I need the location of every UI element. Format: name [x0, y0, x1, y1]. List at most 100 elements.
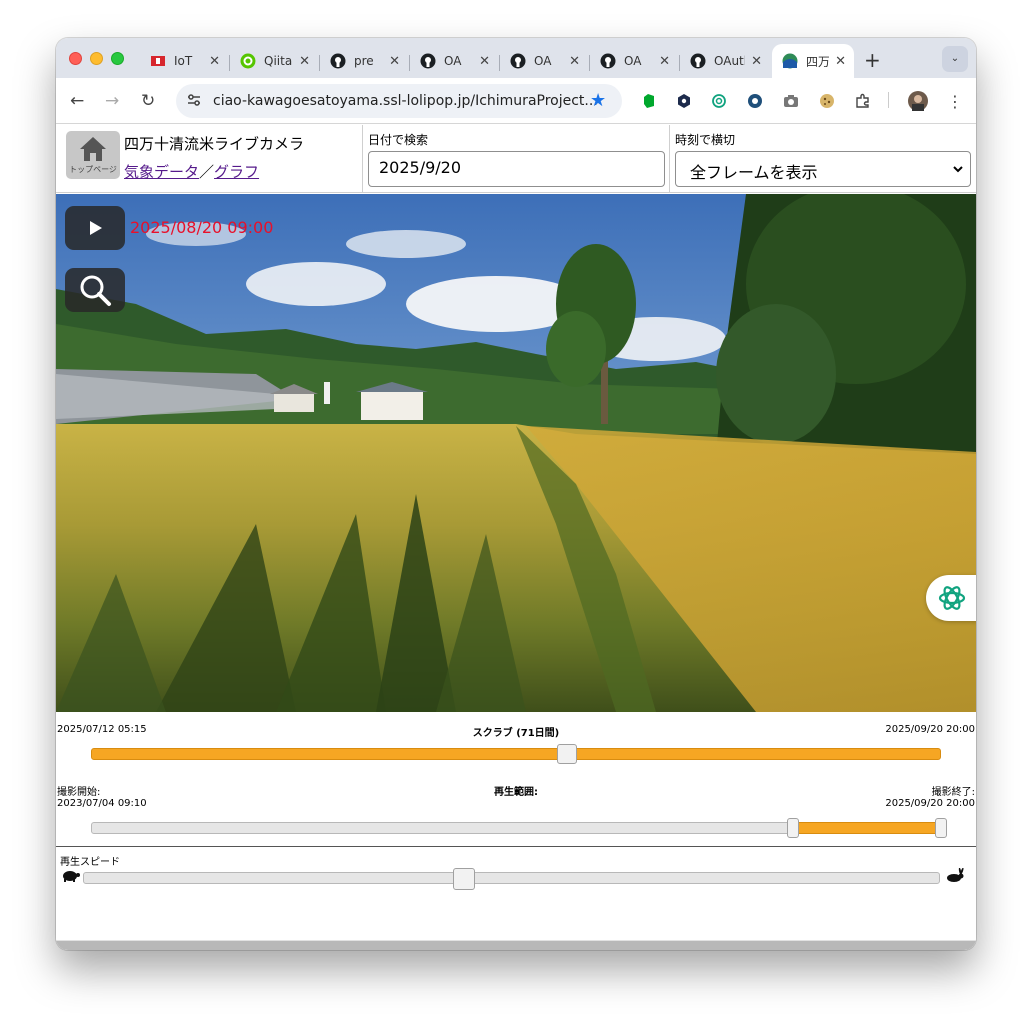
chatgpt-floating-button[interactable] — [926, 575, 976, 621]
tab-strip: IoT ✕ Qiita ✕ pre ✕ OA ✕ OA ✕ OA ✕ OAut … — [56, 38, 976, 78]
browser-toolbar: ← → ↻ ciao-kawagoesatoyama.ssl-lolipop.j… — [56, 78, 976, 124]
close-icon[interactable]: ✕ — [479, 54, 490, 69]
play-button[interactable] — [65, 206, 125, 250]
minimize-window-button[interactable] — [90, 52, 103, 65]
range-title: 再生範囲: — [494, 787, 538, 798]
time-filter-label: 時刻で横切 — [675, 133, 736, 147]
tab-github-oa-1[interactable]: OA ✕ — [410, 44, 498, 78]
close-icon[interactable]: ✕ — [835, 54, 846, 69]
tab-github-oauth[interactable]: OAuth ✕ — [680, 44, 770, 78]
camera-icon[interactable] — [782, 92, 800, 110]
reload-button[interactable]: ↻ — [141, 91, 155, 111]
time-filter-value: 全フレームを表示 — [690, 163, 818, 182]
play-icon — [90, 221, 102, 235]
tab-title: OAuth — [714, 54, 745, 68]
site-settings-icon[interactable] — [186, 92, 202, 112]
web-page: トップページ 四万十清流米ライブカメラ 気象データ／グラフ 日付で検索 2025… — [56, 125, 976, 950]
tab-title: Qiita — [264, 54, 293, 68]
range-end-time: 2025/09/20 20:00 — [885, 798, 975, 809]
range-start-time: 2023/07/04 09:10 — [57, 798, 147, 809]
forward-button[interactable]: → — [105, 91, 119, 111]
extension-hex-icon[interactable] — [675, 92, 693, 110]
chatgpt-extension-icon[interactable] — [710, 92, 728, 110]
tab-github-pre[interactable]: pre ✕ — [320, 44, 408, 78]
camera-scene — [56, 194, 976, 712]
address-bar[interactable]: ciao-kawagoesatoyama.ssl-lolipop.jp/Ichi… — [176, 84, 622, 118]
chatgpt-icon — [938, 586, 966, 610]
qiita-icon — [240, 53, 256, 69]
close-icon[interactable]: ✕ — [751, 54, 762, 69]
page-header: トップページ 四万十清流米ライブカメラ 気象データ／グラフ 日付で検索 2025… — [56, 125, 976, 193]
weather-data-link[interactable]: 気象データ — [124, 163, 199, 181]
turtle-icon — [63, 871, 80, 882]
scrub-slider-track[interactable] — [91, 748, 941, 760]
home-icon — [80, 137, 106, 161]
tab-github-oa-2[interactable]: OA ✕ — [500, 44, 588, 78]
horizontal-scrollbar[interactable] — [56, 940, 976, 950]
range-slider-fill — [793, 822, 941, 834]
extension-blue-icon[interactable] — [746, 92, 764, 110]
home-label: トップページ — [69, 165, 117, 174]
scrub-title: スクラブ (71日間) — [472, 728, 560, 739]
date-search-label: 日付で検索 — [368, 133, 429, 147]
tab-title: 四万 — [806, 54, 830, 69]
date-search-input[interactable]: 2025/9/20 — [368, 151, 665, 187]
new-tab-button[interactable]: + — [864, 48, 881, 72]
tab-title: OA — [534, 54, 552, 68]
github-icon — [420, 53, 436, 69]
tab-title: OA — [624, 54, 642, 68]
maximize-window-button[interactable] — [111, 52, 124, 65]
live-camera-image: 2025/08/20 09:00 — [56, 194, 976, 712]
arrow-left-icon: ← — [70, 91, 85, 111]
github-icon — [330, 53, 346, 69]
close-window-button[interactable] — [69, 52, 82, 65]
tab-shimanto-active[interactable]: 四万 ✕ — [772, 44, 854, 78]
frame-timestamp: 2025/08/20 09:00 — [130, 218, 274, 237]
tab-github-oa-3[interactable]: OA ✕ — [590, 44, 678, 78]
puzzle-icon[interactable] — [854, 92, 872, 110]
range-start-handle[interactable] — [787, 818, 800, 838]
speed-label: 再生スピード — [60, 857, 120, 868]
magnifier-icon — [80, 275, 111, 306]
arrow-right-icon: → — [105, 91, 120, 111]
bookmark-star-icon[interactable]: ★ — [590, 90, 606, 111]
browser-window: IoT ✕ Qiita ✕ pre ✕ OA ✕ OA ✕ OA ✕ OAut … — [56, 38, 976, 950]
chevron-down-icon — [953, 166, 963, 173]
evernote-icon[interactable] — [640, 92, 658, 110]
zoom-button[interactable] — [65, 268, 125, 312]
page-title: 四万十清流米ライブカメラ — [124, 135, 305, 153]
graph-link[interactable]: グラフ — [214, 163, 259, 181]
speed-slider-track[interactable] — [83, 872, 940, 884]
close-icon[interactable]: ✕ — [389, 54, 400, 69]
tab-qiita[interactable]: Qiita ✕ — [230, 44, 318, 78]
header-divider — [669, 125, 670, 193]
more-menu-icon[interactable]: ⋮ — [946, 92, 964, 111]
home-button[interactable]: トップページ — [66, 131, 120, 179]
header-divider — [362, 125, 363, 193]
header-links: 気象データ／グラフ — [124, 161, 259, 182]
github-icon — [690, 53, 706, 69]
ticket-icon — [150, 53, 166, 69]
tab-title: OA — [444, 54, 462, 68]
tab-search-button[interactable]: ⌄ — [942, 46, 968, 72]
url-text: ciao-kawagoesatoyama.ssl-lolipop.jp/Ichi… — [213, 93, 598, 109]
close-icon[interactable]: ✕ — [569, 54, 580, 69]
range-end-handle[interactable] — [935, 818, 947, 838]
cookie-icon[interactable] — [818, 92, 836, 110]
toolbar-divider — [888, 92, 889, 108]
close-icon[interactable]: ✕ — [209, 54, 220, 69]
time-filter-select[interactable]: 全フレームを表示 — [675, 151, 971, 187]
close-icon[interactable]: ✕ — [659, 54, 670, 69]
avatar[interactable] — [908, 91, 928, 111]
reload-icon: ↻ — [141, 91, 156, 111]
close-icon[interactable]: ✕ — [299, 54, 310, 69]
speed-slider-thumb[interactable] — [453, 868, 476, 890]
tab-iot[interactable]: IoT ✕ — [140, 44, 228, 78]
scrub-end-time: 2025/09/20 20:00 — [885, 724, 975, 735]
back-button[interactable]: ← — [70, 91, 84, 111]
range-end-label: 撮影終了: — [931, 787, 975, 798]
scrub-slider-thumb[interactable] — [557, 744, 577, 764]
site-icon — [782, 53, 798, 69]
section-divider — [56, 846, 976, 847]
link-separator: ／ — [199, 163, 215, 181]
